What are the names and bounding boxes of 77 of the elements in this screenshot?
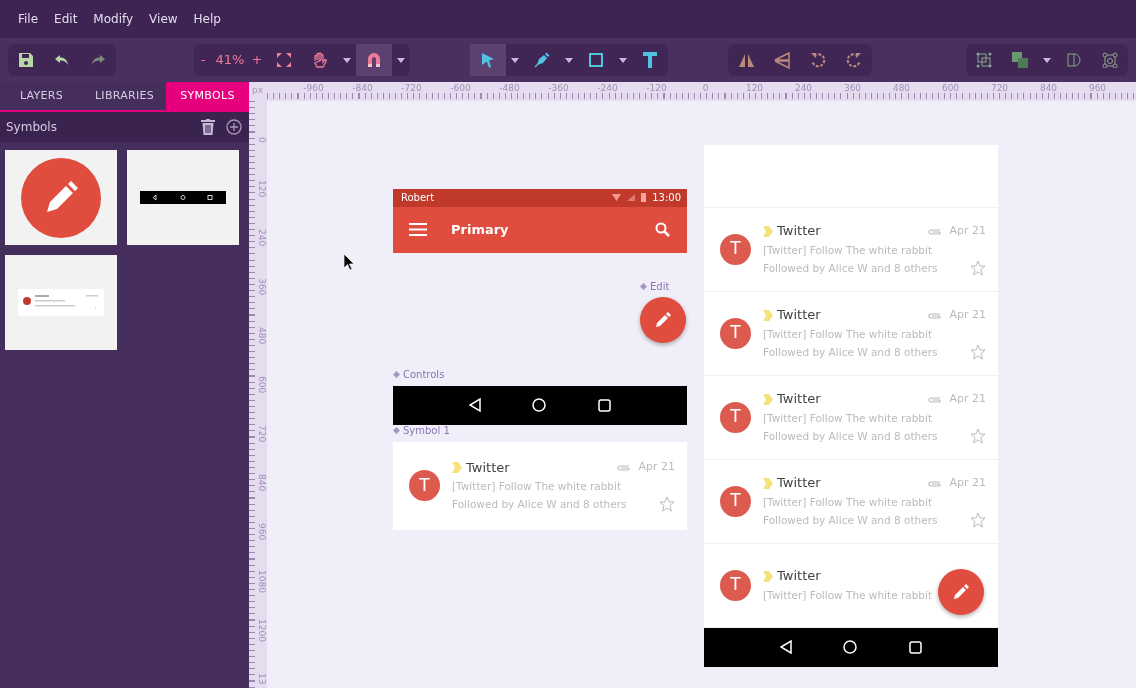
status-time: 13:00 <box>652 191 681 205</box>
ruler-label: -720 <box>400 82 423 95</box>
email-subject: [Twitter] Follow The white rabbit <box>763 494 933 510</box>
email-subject: [Twitter] Follow The white rabbit <box>763 587 933 603</box>
avatar: T <box>720 317 751 349</box>
symbol-label: Edit <box>650 279 670 294</box>
email-date: Apr 21 <box>949 306 986 323</box>
ruler-label: 240 <box>255 228 267 249</box>
ruler-label: 480 <box>891 82 912 95</box>
ruler-label: 1080 <box>255 568 267 595</box>
email-subject: [Twitter] Follow The white rabbit <box>452 479 622 495</box>
menu-item[interactable]: View <box>141 10 186 28</box>
panel-title: Symbols <box>6 119 57 136</box>
sender-name: Twitter <box>777 222 821 241</box>
sender-name: Twitter <box>777 474 821 493</box>
ruler-label: 360 <box>842 82 863 95</box>
email-snippet: Followed by Alice W and 8 others <box>763 428 938 444</box>
email-date: Apr 21 <box>638 459 675 476</box>
ruler-label: 240 <box>793 82 814 95</box>
ruler-label: 480 <box>255 326 267 347</box>
ruler-label: -600 <box>449 82 472 95</box>
email-snippet: Followed by Alice W and 8 others <box>452 497 627 513</box>
avatar: T <box>720 233 751 265</box>
email-date: Apr 21 <box>949 222 986 239</box>
ruler-label: 600 <box>940 82 961 95</box>
menu-item[interactable]: Edit <box>46 10 86 28</box>
email-snippet: Followed by Alice W and 8 others <box>763 512 938 528</box>
ruler-label: 840 <box>255 473 267 494</box>
ruler-label: 120 <box>255 179 267 200</box>
symbol-label: Controls <box>403 367 445 382</box>
avatar: T <box>409 470 440 501</box>
ruler-label: 600 <box>255 375 267 396</box>
zoom-out-button[interactable]: - <box>194 44 212 76</box>
ruler-label: 960 <box>1087 82 1108 95</box>
email-subject: [Twitter] Follow The white rabbit <box>763 242 933 258</box>
ruler-label: 840 <box>1038 82 1059 95</box>
ruler-unit: px <box>251 84 265 97</box>
email-snippet: Followed by Alice W and 8 others <box>763 344 938 360</box>
zoom-level: 41% <box>214 51 246 70</box>
ruler-label: 720 <box>255 424 267 445</box>
menu-item[interactable]: Help <box>185 10 229 28</box>
ruler-label: 360 <box>255 277 267 298</box>
email-date: Apr 21 <box>949 474 986 491</box>
avatar: T <box>720 401 751 433</box>
sender-name: Twitter <box>777 306 821 325</box>
account-name: Robert <box>401 191 435 205</box>
ruler-label: 1200 <box>255 617 267 644</box>
ruler-label: -360 <box>547 82 570 95</box>
email-item[interactable]: T Twitter Apr 21 [Twitter] Follow The white rabbit Followed by Alice W and 8 others <box>393 441 687 530</box>
ruler-label: 120 <box>744 82 765 95</box>
panel-tab[interactable]: SYMBOLS <box>166 82 249 110</box>
menu-item[interactable]: Modify <box>85 10 142 28</box>
symbol-label: Symbol 1 <box>403 423 450 438</box>
app-bar-title: Primary <box>451 220 509 239</box>
sender-name: Twitter <box>777 567 821 586</box>
panel-tab[interactable]: LAYERS <box>0 82 83 110</box>
ruler-label: -240 <box>596 82 619 95</box>
ruler-label: 13 <box>255 672 267 687</box>
ruler-label: 960 <box>255 522 267 543</box>
ruler-label: -480 <box>498 82 521 95</box>
zoom-in-button[interactable]: + <box>248 44 266 76</box>
ruler-label: 720 <box>989 82 1010 95</box>
ruler-label: -120 <box>645 82 668 95</box>
sender-name: Twitter <box>777 390 821 409</box>
panel-tab[interactable]: LIBRARIES <box>83 82 166 110</box>
email-subject: [Twitter] Follow The white rabbit <box>763 326 933 342</box>
ruler-label: -840 <box>351 82 374 95</box>
email-subject: [Twitter] Follow The white rabbit <box>763 410 933 426</box>
avatar: T <box>720 569 751 601</box>
email-date: Apr 21 <box>949 390 986 407</box>
ruler-label: 0 <box>701 82 710 95</box>
ruler-label: -960 <box>302 82 325 95</box>
sender-name: Twitter <box>466 458 510 477</box>
email-snippet: Followed by Alice W and 8 others <box>763 260 938 276</box>
avatar: T <box>720 485 751 517</box>
menu-item[interactable]: File <box>10 10 47 28</box>
ruler-label: 0 <box>255 136 267 145</box>
